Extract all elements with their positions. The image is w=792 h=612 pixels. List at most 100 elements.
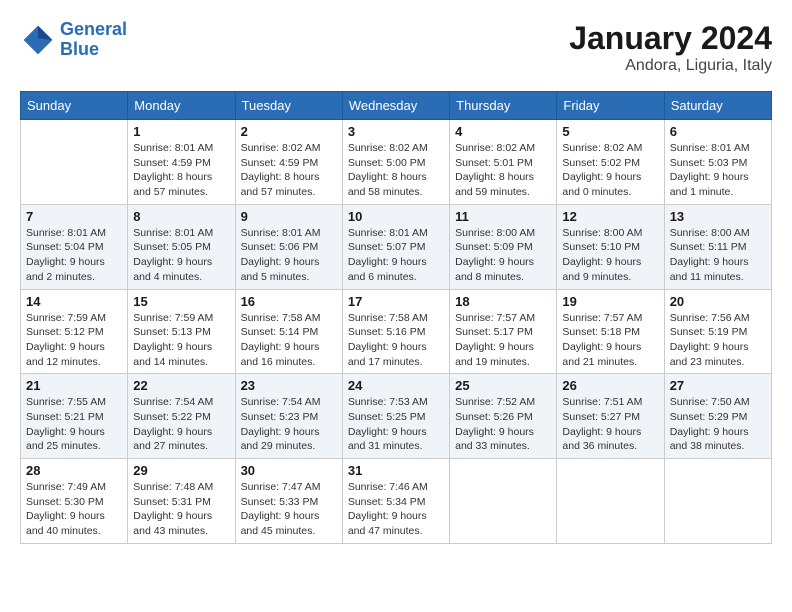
- day-number: 28: [26, 463, 122, 478]
- day-detail: Sunrise: 7:58 AMSunset: 5:16 PMDaylight:…: [348, 311, 444, 370]
- calendar-cell: 2Sunrise: 8:02 AMSunset: 4:59 PMDaylight…: [235, 120, 342, 205]
- day-detail: Sunrise: 7:46 AMSunset: 5:34 PMDaylight:…: [348, 480, 444, 539]
- day-number: 27: [670, 378, 766, 393]
- day-detail: Sunrise: 8:02 AMSunset: 5:00 PMDaylight:…: [348, 141, 444, 200]
- calendar-cell: 16 Sunrise: 7:58 AMSunset: 5:14 PMDayligh…: [235, 289, 342, 374]
- day-detail: Sunrise: 8:01 AMSunset: 5:04 PMDaylight:…: [26, 226, 122, 285]
- day-number: 17: [348, 294, 444, 309]
- day-detail: Sunrise: 8:01 AMSunset: 5:05 PMDaylight:…: [133, 226, 229, 285]
- day-detail: Sunrise: 7:53 AMSunset: 5:25 PMDaylight:…: [348, 395, 444, 454]
- logo-text: General Blue: [60, 20, 127, 60]
- calendar-cell: 29Sunrise: 7:48 AMSunset: 5:31 PMDayligh…: [128, 459, 235, 544]
- day-number: 15: [133, 294, 229, 309]
- calendar-cell: 14Sunrise: 7:59 AMSunset: 5:12 PMDayligh…: [21, 289, 128, 374]
- day-detail: Sunrise: 7:56 AMSunset: 5:19 PMDaylight:…: [670, 311, 766, 370]
- calendar-cell: 5 Sunrise: 8:02 AMSunset: 5:02 PMDaylight…: [557, 120, 664, 205]
- day-number: 10: [348, 209, 444, 224]
- calendar-cell: 20 Sunrise: 7:56 AMSunset: 5:19 PMDayligh…: [664, 289, 771, 374]
- day-detail: Sunrise: 8:00 AMSunset: 5:11 PMDaylight:…: [670, 226, 766, 285]
- day-number: 6: [670, 124, 766, 139]
- weekday-header-friday: Friday: [557, 92, 664, 120]
- calendar-cell: 9 Sunrise: 8:01 AMSunset: 5:06 PMDaylight…: [235, 204, 342, 289]
- weekday-header-sunday: Sunday: [21, 92, 128, 120]
- weekday-header-saturday: Saturday: [664, 92, 771, 120]
- page-header: General Blue January 2024 Andora, Liguri…: [20, 20, 772, 75]
- day-detail: Sunrise: 7:51 AMSunset: 5:27 PMDaylight:…: [562, 395, 658, 454]
- calendar-cell: [557, 459, 664, 544]
- calendar-cell: 7Sunrise: 8:01 AMSunset: 5:04 PMDaylight…: [21, 204, 128, 289]
- day-number: 9: [241, 209, 337, 224]
- day-detail: Sunrise: 8:02 AMSunset: 5:01 PMDaylight:…: [455, 141, 551, 200]
- day-detail: Sunrise: 8:00 AMSunset: 5:10 PMDaylight:…: [562, 226, 658, 285]
- day-number: 16: [241, 294, 337, 309]
- calendar-cell: 30 Sunrise: 7:47 AMSunset: 5:33 PMDayligh…: [235, 459, 342, 544]
- day-detail: Sunrise: 7:58 AMSunset: 5:14 PMDaylight:…: [241, 311, 337, 370]
- day-number: 30: [241, 463, 337, 478]
- calendar-body: 1 Sunrise: 8:01 AMSunset: 4:59 PMDaylight…: [21, 120, 772, 544]
- day-number: 20: [670, 294, 766, 309]
- calendar-cell: 17 Sunrise: 7:58 AMSunset: 5:16 PMDayligh…: [342, 289, 449, 374]
- calendar-cell: 27 Sunrise: 7:50 AMSunset: 5:29 PMDayligh…: [664, 374, 771, 459]
- calendar-cell: 3 Sunrise: 8:02 AMSunset: 5:00 PMDaylight…: [342, 120, 449, 205]
- day-detail: Sunrise: 7:50 AMSunset: 5:29 PMDaylight:…: [670, 395, 766, 454]
- calendar-cell: 18Sunrise: 7:57 AMSunset: 5:17 PMDayligh…: [450, 289, 557, 374]
- calendar-cell: [664, 459, 771, 544]
- day-number: 1: [133, 124, 229, 139]
- day-detail: Sunrise: 8:01 AMSunset: 4:59 PMDaylight:…: [133, 141, 229, 200]
- weekday-header-row: SundayMondayTuesdayWednesdayThursdayFrid…: [21, 92, 772, 120]
- calendar-cell: 4 Sunrise: 8:02 AMSunset: 5:01 PMDaylight…: [450, 120, 557, 205]
- weekday-header-thursday: Thursday: [450, 92, 557, 120]
- day-detail: Sunrise: 7:54 AMSunset: 5:23 PMDaylight:…: [241, 395, 337, 454]
- day-number: 5: [562, 124, 658, 139]
- weekday-header-monday: Monday: [128, 92, 235, 120]
- calendar-cell: 22Sunrise: 7:54 AMSunset: 5:22 PMDayligh…: [128, 374, 235, 459]
- day-number: 12: [562, 209, 658, 224]
- day-number: 4: [455, 124, 551, 139]
- logo: General Blue: [20, 20, 127, 60]
- day-detail: Sunrise: 8:02 AMSunset: 5:02 PMDaylight:…: [562, 141, 658, 200]
- day-number: 8: [133, 209, 229, 224]
- day-detail: Sunrise: 7:47 AMSunset: 5:33 PMDaylight:…: [241, 480, 337, 539]
- day-detail: Sunrise: 7:55 AMSunset: 5:21 PMDaylight:…: [26, 395, 122, 454]
- day-detail: Sunrise: 8:01 AMSunset: 5:07 PMDaylight:…: [348, 226, 444, 285]
- calendar-cell: 31 Sunrise: 7:46 AMSunset: 5:34 PMDayligh…: [342, 459, 449, 544]
- weekday-header-tuesday: Tuesday: [235, 92, 342, 120]
- day-detail: Sunrise: 7:59 AMSunset: 5:12 PMDaylight:…: [26, 311, 122, 370]
- day-detail: Sunrise: 8:00 AMSunset: 5:09 PMDaylight:…: [455, 226, 551, 285]
- calendar-cell: 1 Sunrise: 8:01 AMSunset: 4:59 PMDaylight…: [128, 120, 235, 205]
- calendar-cell: 13 Sunrise: 8:00 AMSunset: 5:11 PMDayligh…: [664, 204, 771, 289]
- location-subtitle: Andora, Liguria, Italy: [569, 57, 772, 75]
- day-detail: Sunrise: 7:52 AMSunset: 5:26 PMDaylight:…: [455, 395, 551, 454]
- day-detail: Sunrise: 8:02 AMSunset: 4:59 PMDaylight:…: [241, 141, 337, 200]
- day-number: 31: [348, 463, 444, 478]
- day-number: 26: [562, 378, 658, 393]
- calendar-cell: 21Sunrise: 7:55 AMSunset: 5:21 PMDayligh…: [21, 374, 128, 459]
- day-number: 24: [348, 378, 444, 393]
- calendar-cell: 11 Sunrise: 8:00 AMSunset: 5:09 PMDayligh…: [450, 204, 557, 289]
- day-detail: Sunrise: 7:49 AMSunset: 5:30 PMDaylight:…: [26, 480, 122, 539]
- calendar-cell: 19 Sunrise: 7:57 AMSunset: 5:18 PMDayligh…: [557, 289, 664, 374]
- logo-icon: [20, 22, 56, 58]
- day-detail: Sunrise: 8:01 AMSunset: 5:06 PMDaylight:…: [241, 226, 337, 285]
- day-number: 29: [133, 463, 229, 478]
- calendar-table: SundayMondayTuesdayWednesdayThursdayFrid…: [20, 91, 772, 544]
- calendar-cell: 25 Sunrise: 7:52 AMSunset: 5:26 PMDayligh…: [450, 374, 557, 459]
- day-number: 3: [348, 124, 444, 139]
- day-number: 11: [455, 209, 551, 224]
- day-detail: Sunrise: 7:54 AMSunset: 5:22 PMDaylight:…: [133, 395, 229, 454]
- week-row-1: 1 Sunrise: 8:01 AMSunset: 4:59 PMDaylight…: [21, 120, 772, 205]
- day-number: 19: [562, 294, 658, 309]
- calendar-cell: 10 Sunrise: 8:01 AMSunset: 5:07 PMDayligh…: [342, 204, 449, 289]
- calendar-cell: [21, 120, 128, 205]
- weekday-header-wednesday: Wednesday: [342, 92, 449, 120]
- calendar-header: SundayMondayTuesdayWednesdayThursdayFrid…: [21, 92, 772, 120]
- week-row-5: 28 Sunrise: 7:49 AMSunset: 5:30 PMDayligh…: [21, 459, 772, 544]
- day-number: 25: [455, 378, 551, 393]
- week-row-4: 21Sunrise: 7:55 AMSunset: 5:21 PMDayligh…: [21, 374, 772, 459]
- calendar-cell: 23Sunrise: 7:54 AMSunset: 5:23 PMDayligh…: [235, 374, 342, 459]
- day-number: 13: [670, 209, 766, 224]
- calendar-cell: 12 Sunrise: 8:00 AMSunset: 5:10 PMDayligh…: [557, 204, 664, 289]
- day-detail: Sunrise: 7:57 AMSunset: 5:18 PMDaylight:…: [562, 311, 658, 370]
- day-detail: Sunrise: 7:57 AMSunset: 5:17 PMDaylight:…: [455, 311, 551, 370]
- calendar-cell: 28 Sunrise: 7:49 AMSunset: 5:30 PMDayligh…: [21, 459, 128, 544]
